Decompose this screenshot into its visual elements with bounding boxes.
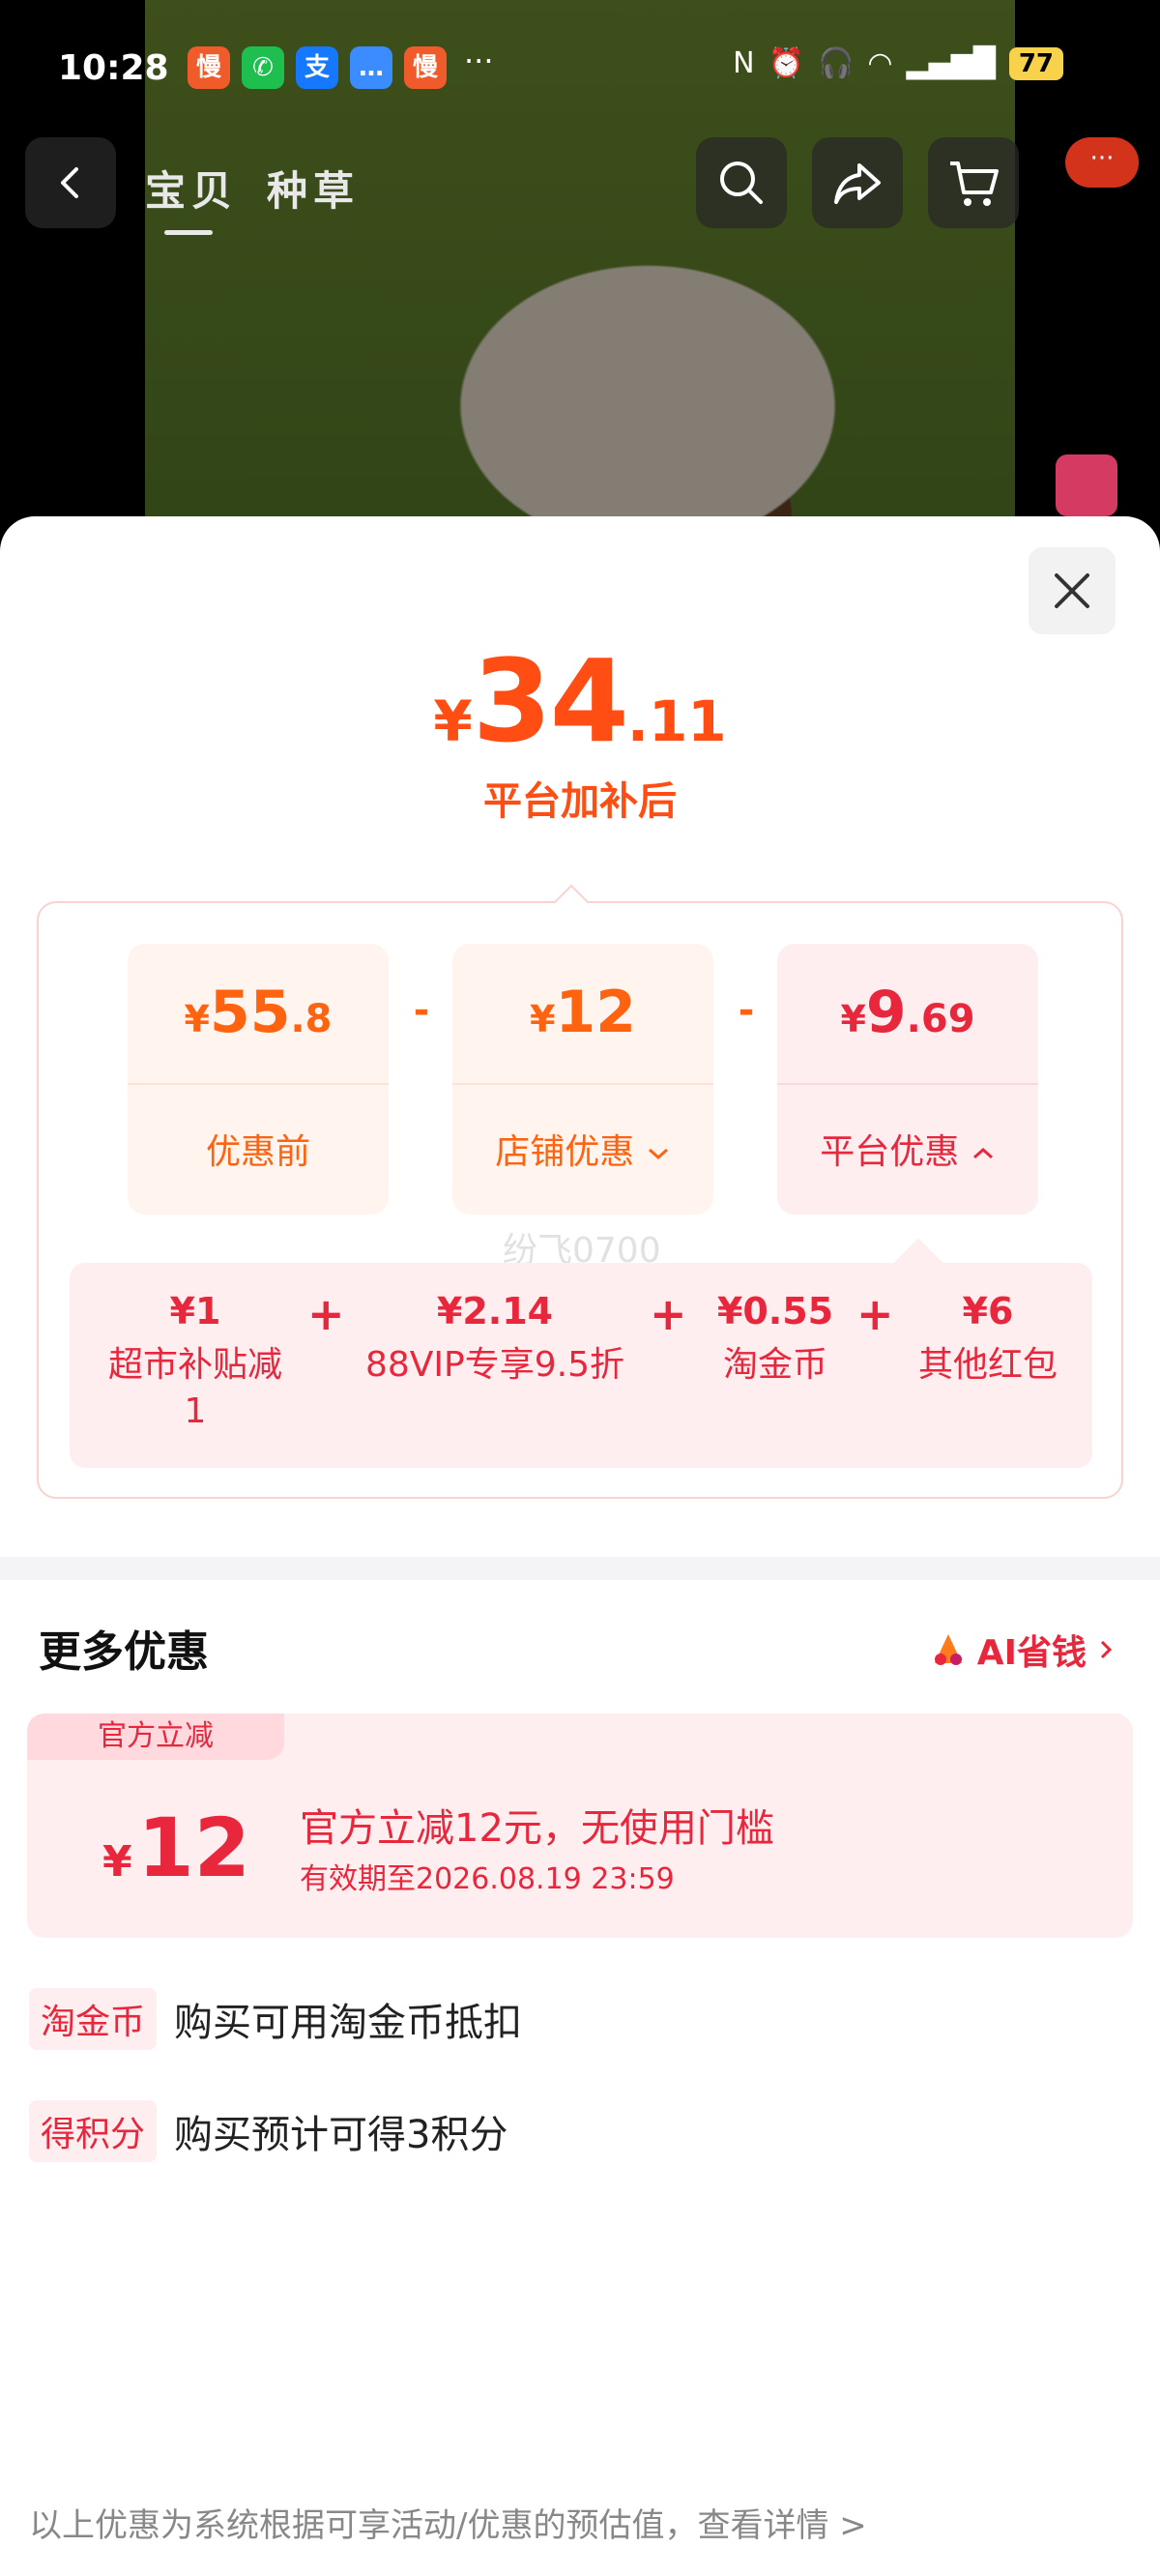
alipay-icon: 支 bbox=[296, 46, 338, 89]
cart-icon bbox=[950, 161, 999, 206]
search-icon bbox=[720, 161, 763, 204]
discount-detail-sheet: ¥34.11 平台加补后 ¥55.8 优惠前 - ¥12 店铺优惠 - ¥9.6… bbox=[0, 516, 1160, 2576]
tab-item[interactable]: 宝贝 bbox=[145, 159, 238, 235]
wechat-icon: ✆ bbox=[242, 46, 284, 89]
minus-sign: - bbox=[413, 988, 430, 1033]
battery-indicator: 77 bbox=[1008, 46, 1063, 80]
status-time: 10:28 bbox=[58, 48, 169, 88]
coupon-amount: ¥ 12 bbox=[102, 1800, 251, 1895]
points-badge: 得积分 bbox=[29, 2100, 158, 2162]
top-navigation: 宝贝 种草 ··· bbox=[0, 137, 1160, 235]
chevron-down-icon bbox=[648, 1148, 668, 1160]
more-offers-title: 更多优惠 bbox=[39, 1627, 209, 1677]
coupon-title: 官方立减12元，无使用门槛 bbox=[300, 1806, 774, 1851]
shop-discount-card[interactable]: ¥12 店铺优惠 bbox=[452, 944, 713, 1215]
official-discount-coupon[interactable]: 官方立减 ¥ 12 官方立减12元，无使用门槛 有效期至2026.08.19 2… bbox=[27, 1713, 1133, 1938]
back-button[interactable] bbox=[25, 137, 116, 228]
more-notifications-icon: ··· bbox=[464, 43, 494, 79]
original-price-label: 优惠前 bbox=[205, 1132, 310, 1172]
share-icon bbox=[834, 163, 881, 204]
signal-icon: ▂▄▆█ bbox=[906, 46, 996, 80]
final-price-label: 平台加补后 bbox=[483, 779, 677, 824]
message-badge[interactable]: ··· bbox=[1065, 137, 1139, 188]
coupon-validity: 有效期至2026.08.19 23:59 bbox=[300, 1862, 675, 1896]
coupon-tag: 官方立减 bbox=[27, 1713, 284, 1760]
plus-sign: + bbox=[856, 1288, 894, 1340]
nfc-icon: N bbox=[733, 46, 755, 80]
platform-item: ¥0.55 淘金币 bbox=[716, 1290, 834, 1385]
close-button[interactable] bbox=[1029, 547, 1116, 634]
chevron-up-icon bbox=[972, 1147, 993, 1159]
back-icon bbox=[61, 167, 78, 198]
section-divider bbox=[0, 1557, 1160, 1580]
platform-item: ¥1 超市补贴减1 bbox=[108, 1290, 283, 1431]
wifi-icon: ◠ bbox=[867, 46, 893, 80]
close-icon bbox=[1055, 573, 1089, 608]
price-breakdown: ¥55.8 优惠前 - ¥12 店铺优惠 - ¥9.69 平台优惠 纷飞0700… bbox=[37, 884, 1123, 1499]
status-bar: 10:28 慢 ✆ 支 … 慢 ··· N ⏰ 🎧 ◠ ▂▄▆█ 77 bbox=[0, 43, 1160, 101]
headphones-icon: 🎧 bbox=[817, 46, 855, 80]
plus-sign: + bbox=[307, 1288, 345, 1340]
platform-discount-detail: ¥1 超市补贴减1 + ¥2.14 88VIP专享9.5折 + ¥0.55 淘金… bbox=[70, 1238, 1092, 1468]
bar-chart-icon[interactable] bbox=[1056, 454, 1117, 516]
taojinbi-badge: 淘金币 bbox=[29, 1988, 158, 2050]
shop-discount-label: 店铺优惠 bbox=[495, 1132, 635, 1172]
points-row: 得积分 购买预计可得3积分 bbox=[29, 2100, 508, 2162]
ai-save-label: AI省钱 bbox=[976, 1633, 1087, 1673]
search-button[interactable] bbox=[696, 137, 787, 228]
app-manbi-icon: 慢 bbox=[188, 46, 230, 89]
ai-save-link[interactable]: AI省钱 bbox=[929, 1625, 1116, 1675]
ai-sparkle-icon bbox=[934, 1634, 962, 1665]
original-price-card: ¥55.8 优惠前 bbox=[128, 944, 389, 1215]
share-button[interactable] bbox=[812, 137, 903, 228]
cart-button[interactable] bbox=[928, 137, 1019, 228]
final-price: ¥34.11 bbox=[433, 634, 727, 768]
taojinbi-row: 淘金币 购买可用淘金币抵扣 bbox=[29, 1988, 522, 2050]
platform-item: ¥2.14 88VIP专享9.5折 bbox=[364, 1290, 624, 1385]
tab-seeding[interactable]: 种草 bbox=[267, 159, 360, 218]
minus-sign: - bbox=[738, 988, 755, 1033]
chevron-right-icon bbox=[1100, 1640, 1113, 1659]
points-text: 购买预计可得3积分 bbox=[174, 2113, 508, 2157]
plus-sign: + bbox=[650, 1288, 687, 1340]
taojinbi-text: 购买可用淘金币抵扣 bbox=[174, 2001, 523, 2045]
message-icon: … bbox=[350, 46, 392, 89]
alarm-icon: ⏰ bbox=[768, 46, 804, 80]
estimate-disclaimer-link[interactable]: 以上优惠为系统根据可享活动/优惠的预估值，查看详情 > bbox=[29, 2499, 867, 2546]
platform-discount-card[interactable]: ¥9.69 平台优惠 bbox=[777, 944, 1038, 1215]
app-manbi-icon: 慢 bbox=[404, 46, 447, 89]
platform-item: ¥6 其他红包 bbox=[917, 1290, 1058, 1385]
platform-discount-label: 平台优惠 bbox=[820, 1132, 960, 1172]
